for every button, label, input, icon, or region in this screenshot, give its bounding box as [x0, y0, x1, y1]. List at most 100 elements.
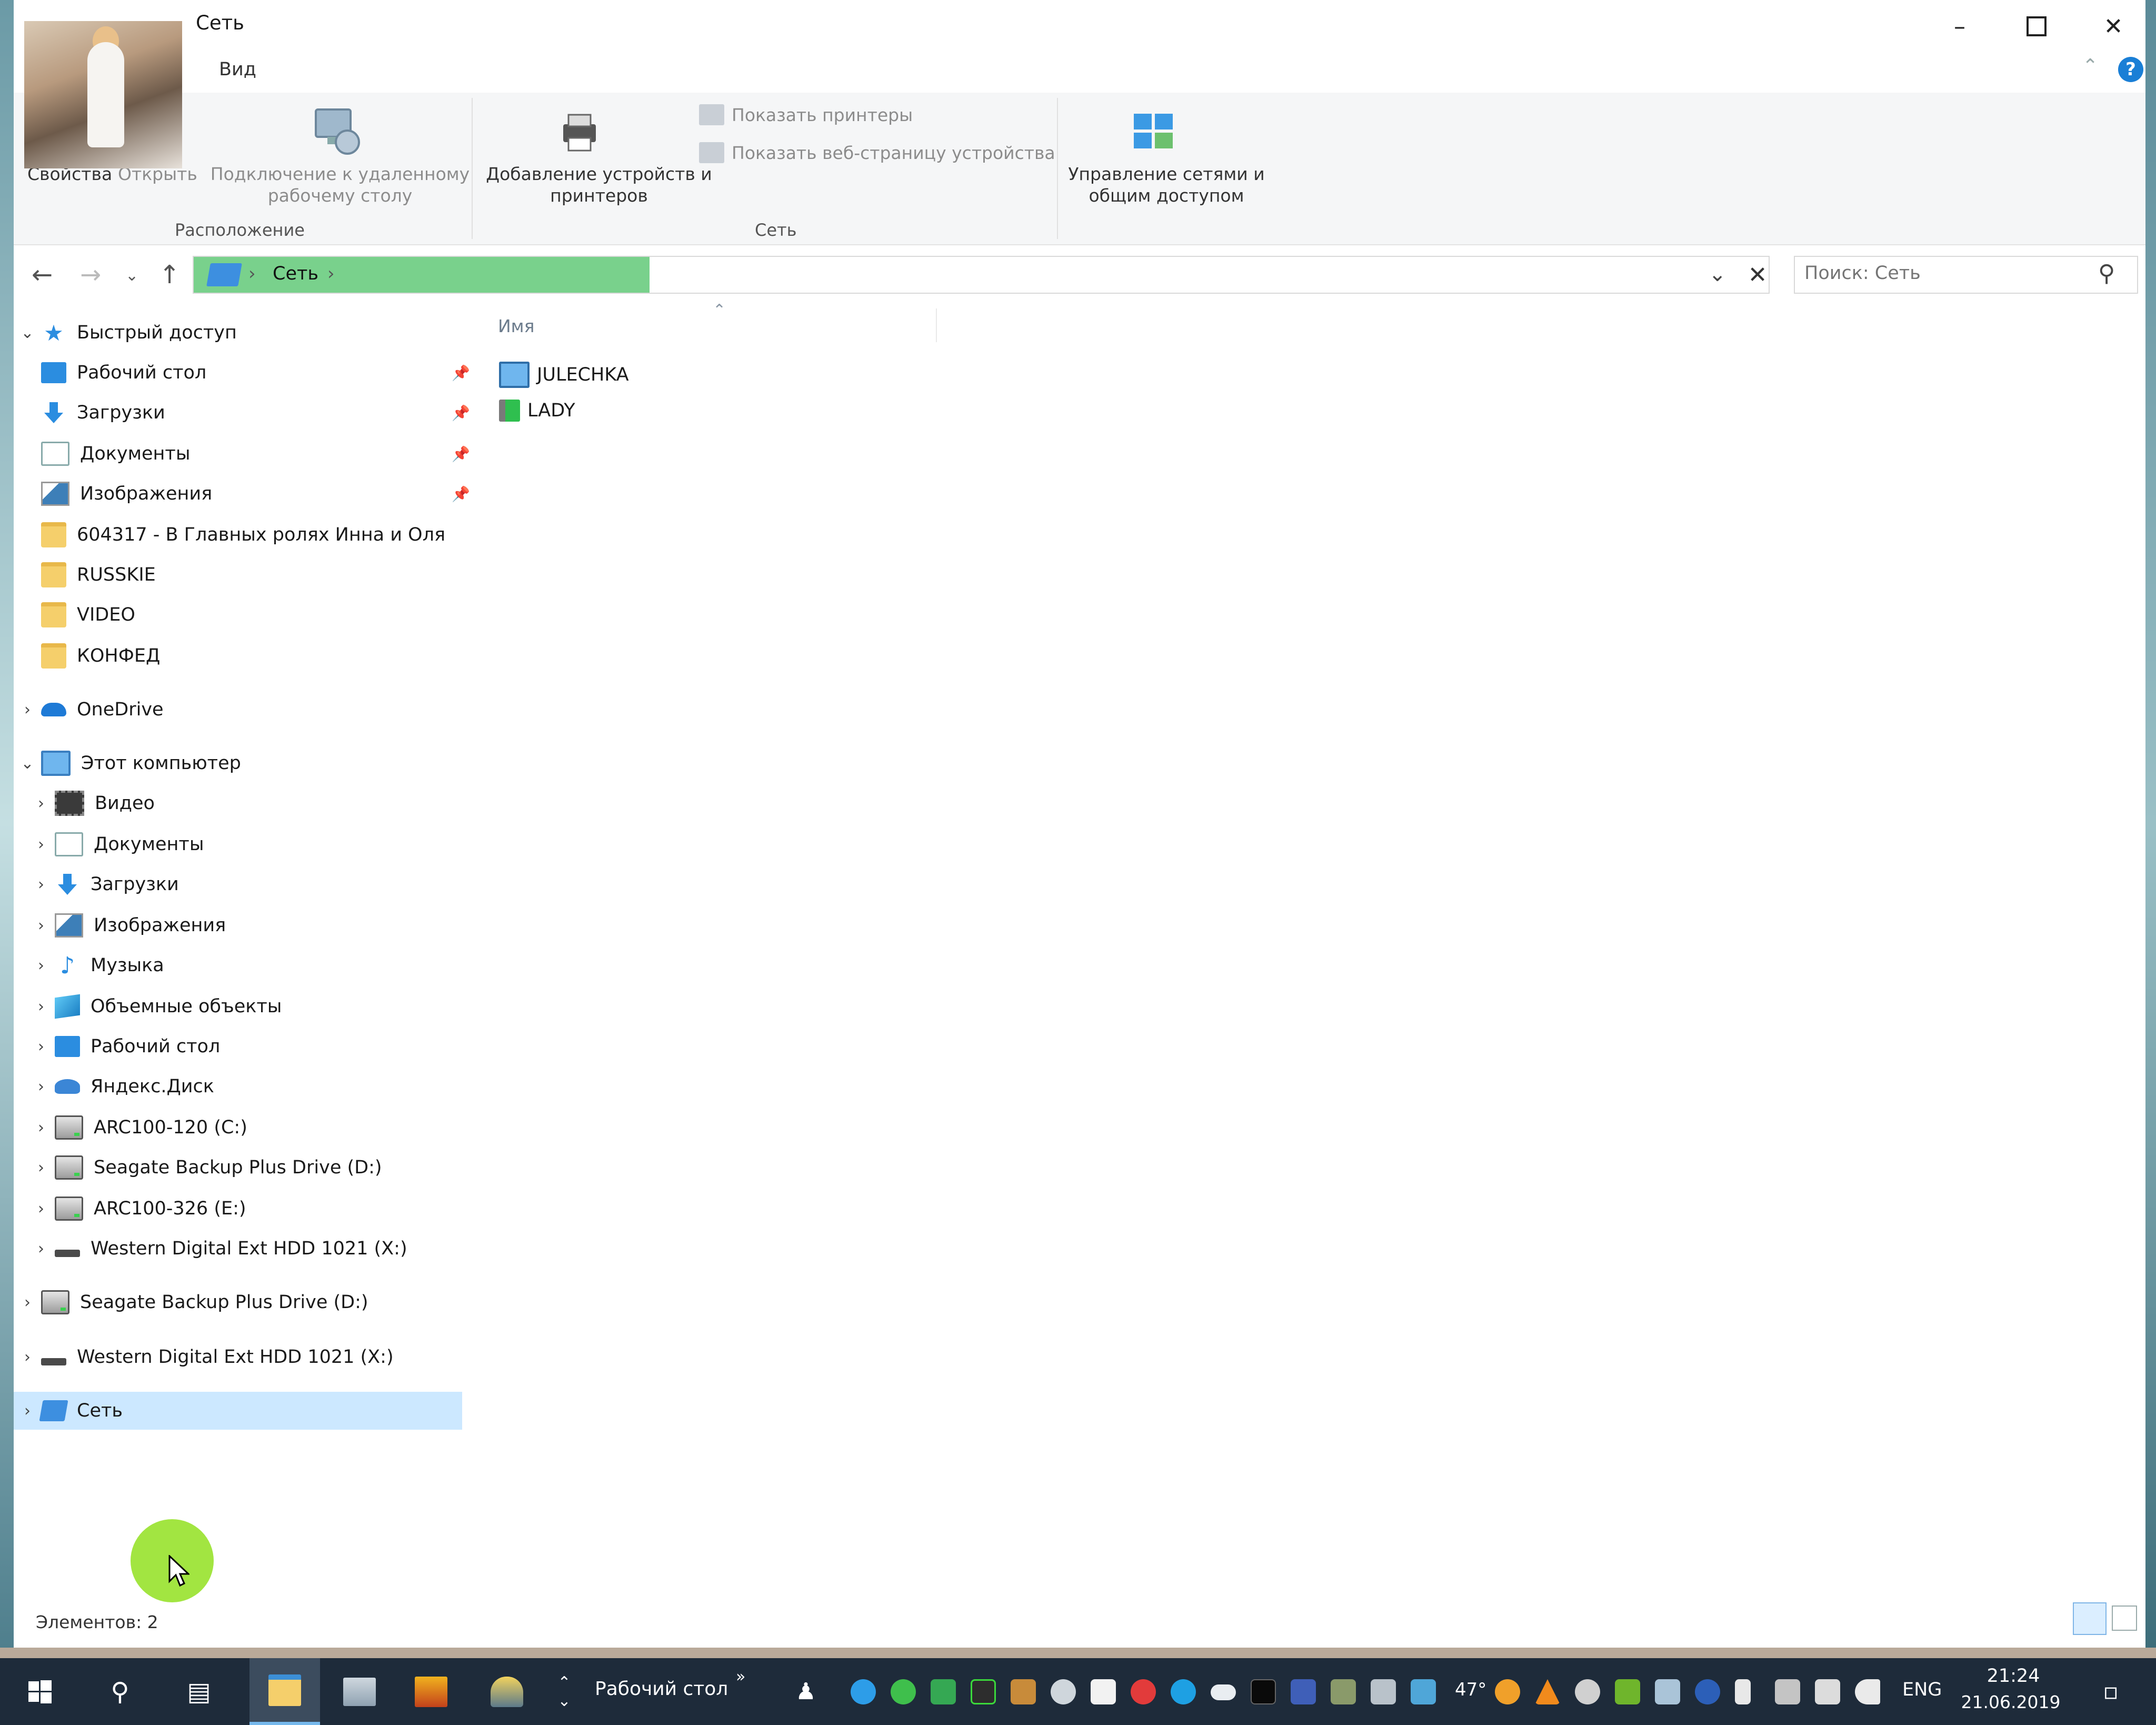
close-button[interactable]: ✕	[2075, 0, 2152, 53]
remote-desktop-button[interactable]: Подключение к удаленному рабочему столу	[203, 163, 477, 206]
usb-icon[interactable]	[1735, 1679, 1751, 1704]
column-divider[interactable]	[936, 308, 937, 342]
desktop-toolbar-label[interactable]: Рабочий стол	[595, 1678, 728, 1700]
tray-app-icon[interactable]	[1371, 1679, 1396, 1704]
tree-item-downloads[interactable]: › Загрузки	[27, 865, 470, 903]
chevron-right-icon[interactable]: ›	[14, 701, 41, 719]
taskbar-app-button[interactable]	[328, 1658, 391, 1725]
chevron-right-icon[interactable]: ›	[27, 1078, 55, 1096]
clock-date[interactable]: 21.06.2019	[1958, 1692, 2063, 1712]
chevron-right-icon[interactable]: ›	[27, 794, 55, 813]
tree-quick-access[interactable]: ⌄ ★ Быстрый доступ	[14, 314, 470, 352]
tab-view[interactable]: Вид	[219, 59, 256, 80]
search-input[interactable]	[1803, 262, 2098, 284]
chevron-right-icon[interactable]: ›	[14, 1348, 41, 1367]
display-icon[interactable]	[1815, 1679, 1840, 1704]
chevron-right-icon[interactable]: ›	[27, 998, 55, 1016]
tray-app-icon[interactable]	[1695, 1679, 1720, 1704]
tree-item-drive-c[interactable]: › ARC100-120 (C:)	[27, 1109, 470, 1146]
column-header-name[interactable]: Имя	[498, 316, 534, 336]
tray-app-icon[interactable]	[1411, 1679, 1436, 1704]
chevron-right-icon[interactable]: ›	[14, 1402, 41, 1420]
notifications-icon[interactable]: ▫	[2084, 1658, 2137, 1725]
start-button[interactable]	[15, 1658, 65, 1725]
chevron-right-icon[interactable]: ›	[14, 1293, 41, 1312]
toolbar-more-icon[interactable]: »	[736, 1668, 745, 1686]
chevron-right-icon[interactable]: ›	[27, 1038, 55, 1056]
tray-app-icon[interactable]	[1291, 1679, 1316, 1704]
breadcrumb-separator-icon[interactable]: ›	[248, 263, 256, 284]
tray-app-icon[interactable]	[891, 1679, 916, 1704]
tree-item-folder[interactable]: 604317 - В Главных ролях Инна и Оля	[41, 516, 470, 554]
minimize-button[interactable]: –	[1921, 0, 1998, 53]
tree-item-downloads[interactable]: Загрузки 📌	[41, 394, 470, 432]
people-icon[interactable]: ♟	[787, 1658, 824, 1725]
chevron-right-icon[interactable]: ›	[27, 875, 55, 894]
details-view-button[interactable]	[2073, 1602, 2107, 1635]
tree-network[interactable]: › Сеть	[14, 1392, 462, 1430]
tree-this-pc[interactable]: ⌄ Этот компьютер	[14, 744, 470, 782]
tree-item-music[interactable]: › ♪ Музыка	[27, 946, 470, 984]
shield-icon[interactable]	[931, 1679, 956, 1704]
tree-western-digital[interactable]: › Western Digital Ext HDD 1021 (X:)	[14, 1338, 470, 1376]
tray-app-icon[interactable]	[1011, 1679, 1036, 1704]
chevron-down-icon[interactable]: ⌄	[14, 754, 41, 773]
tree-item-folder[interactable]: RUSSKIE	[41, 556, 470, 594]
add-devices-button[interactable]: Добавление устройств и принтеров	[483, 163, 715, 206]
tree-item-drive-e[interactable]: › ARC100-326 (E:)	[27, 1190, 470, 1228]
tree-item-desktop[interactable]: Рабочий стол 📌	[41, 354, 470, 392]
back-button[interactable]: ←	[32, 260, 53, 290]
recent-locations-chevron-icon[interactable]: ⌄	[125, 266, 138, 285]
network-item-julechka[interactable]: JULECHKA	[499, 359, 629, 391]
task-view-button[interactable]: ▤	[174, 1658, 224, 1725]
tree-onedrive[interactable]: › OneDrive	[14, 691, 470, 729]
pin-icon[interactable]: 📌	[452, 445, 470, 463]
tree-item-yandex-disk[interactable]: › Яндекс.Диск	[27, 1068, 470, 1105]
chevron-right-icon[interactable]: ›	[27, 1119, 55, 1137]
show-device-page-button[interactable]: Показать веб-страницу устройства	[699, 142, 1055, 163]
breadcrumb-separator-icon[interactable]: ›	[327, 263, 335, 284]
chevron-right-icon[interactable]: ›	[27, 835, 55, 854]
tree-seagate[interactable]: › Seagate Backup Plus Drive (D:)	[14, 1283, 470, 1321]
tree-item-drive-d[interactable]: › Seagate Backup Plus Drive (D:)	[27, 1149, 470, 1186]
stop-loading-button[interactable]: ✕	[1745, 256, 1770, 294]
chevron-right-icon[interactable]: ›	[27, 956, 55, 975]
tray-app-icon[interactable]	[1495, 1679, 1520, 1704]
tree-item-videos[interactable]: › Видео	[27, 784, 470, 822]
language-indicator[interactable]: ENG	[1902, 1679, 1942, 1700]
chevron-right-icon[interactable]: ›	[27, 1240, 55, 1258]
tree-item-pictures[interactable]: › Изображения	[27, 906, 470, 944]
tray-app-icon[interactable]	[1331, 1679, 1356, 1704]
tree-item-documents[interactable]: › Документы	[27, 825, 470, 863]
forward-button[interactable]: →	[80, 260, 101, 290]
ribbon-collapse-icon[interactable]: ⌃	[2082, 55, 2098, 77]
tree-item-folder[interactable]: VIDEO	[41, 596, 470, 634]
chevron-down-icon[interactable]: ⌄	[14, 324, 41, 342]
chevron-right-icon[interactable]: ›	[27, 1159, 55, 1177]
nvidia-icon[interactable]	[1615, 1679, 1640, 1704]
maximize-button[interactable]	[1998, 0, 2075, 53]
tray-app-icon[interactable]	[1091, 1679, 1116, 1704]
skype-icon[interactable]	[1171, 1679, 1196, 1704]
up-button[interactable]: ↑	[159, 260, 180, 290]
pin-icon[interactable]: 📌	[452, 485, 470, 503]
taskbar-search-button[interactable]: ⚲	[95, 1658, 145, 1725]
tray-app-icon[interactable]	[851, 1679, 876, 1704]
address-history-dropdown-icon[interactable]: ⌄	[1709, 262, 1726, 286]
show-printers-button[interactable]: Показать принтеры	[699, 104, 913, 125]
tree-item-pictures[interactable]: Изображения 📌	[41, 475, 470, 513]
network-status-icon[interactable]	[1775, 1679, 1800, 1704]
large-icons-view-button[interactable]	[2112, 1606, 2137, 1631]
pin-icon[interactable]: 📌	[452, 364, 470, 382]
cpu-temperature[interactable]: 47°	[1455, 1679, 1486, 1700]
tray-app-icon[interactable]	[971, 1679, 996, 1704]
taskbar-scroll-button[interactable]: ⌃ ⌄	[547, 1658, 581, 1725]
clock-time[interactable]: 21:24	[1979, 1666, 2048, 1687]
tray-app-icon[interactable]	[1575, 1679, 1600, 1704]
pin-icon[interactable]: 📌	[452, 404, 470, 422]
taskbar-explorer-button[interactable]	[249, 1658, 320, 1725]
network-center-button[interactable]: Управление сетями и общим доступом	[1066, 163, 1266, 206]
chevron-right-icon[interactable]: ›	[27, 916, 55, 935]
chevron-right-icon[interactable]: ›	[27, 1200, 55, 1218]
search-icon[interactable]: ⚲	[2098, 260, 2115, 287]
